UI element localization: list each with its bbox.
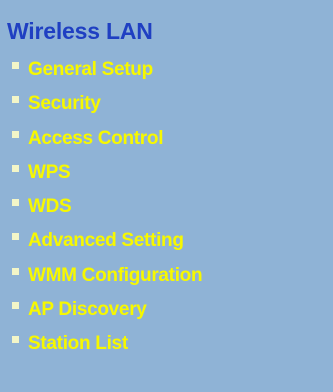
menu-item-label: Station List	[28, 333, 128, 355]
menu-item-label: General Setup	[28, 59, 153, 80]
menu-item-wmm-configuration[interactable]: WMM Configuration	[12, 264, 203, 298]
bullet-icon	[12, 130, 19, 138]
menu-item-label: WPS	[28, 161, 71, 183]
bullet-icon	[12, 336, 19, 344]
bullet-icon	[12, 302, 19, 310]
menu-item-wps[interactable]: WPS	[12, 161, 202, 195]
menu-item-label: AP Discovery	[28, 299, 147, 321]
section-title: Wireless LAN	[7, 18, 153, 44]
bullet-icon	[12, 199, 19, 207]
menu-item-label: WDS	[28, 196, 72, 218]
bullet-icon	[12, 267, 19, 275]
menu-item-label: Advanced Setting	[28, 230, 184, 252]
menu-item-general-setup[interactable]: General Setup	[12, 58, 202, 92]
menu-item-advanced-setting[interactable]: Advanced Setting	[12, 229, 202, 263]
wireless-lan-menu-panel: Wireless LAN General Setup Security Acce…	[0, 0, 333, 392]
menu-item-label: Security	[28, 93, 101, 115]
bullet-icon	[12, 96, 19, 104]
menu-item-security[interactable]: Security	[12, 92, 202, 126]
menu-item-ap-discovery[interactable]: AP Discovery	[12, 298, 202, 332]
menu-item-label: Access Control	[28, 127, 164, 149]
menu-item-station-list[interactable]: Station List	[12, 332, 202, 366]
bullet-icon	[12, 164, 19, 172]
menu-item-label: WMM Configuration	[28, 264, 203, 286]
menu-item-access-control[interactable]: Access Control	[12, 127, 202, 161]
bullet-icon	[12, 233, 19, 241]
bullet-icon	[12, 62, 19, 69]
wireless-lan-menu: General Setup Security Access Control WP…	[12, 58, 203, 367]
menu-item-wds[interactable]: WDS	[12, 195, 202, 229]
